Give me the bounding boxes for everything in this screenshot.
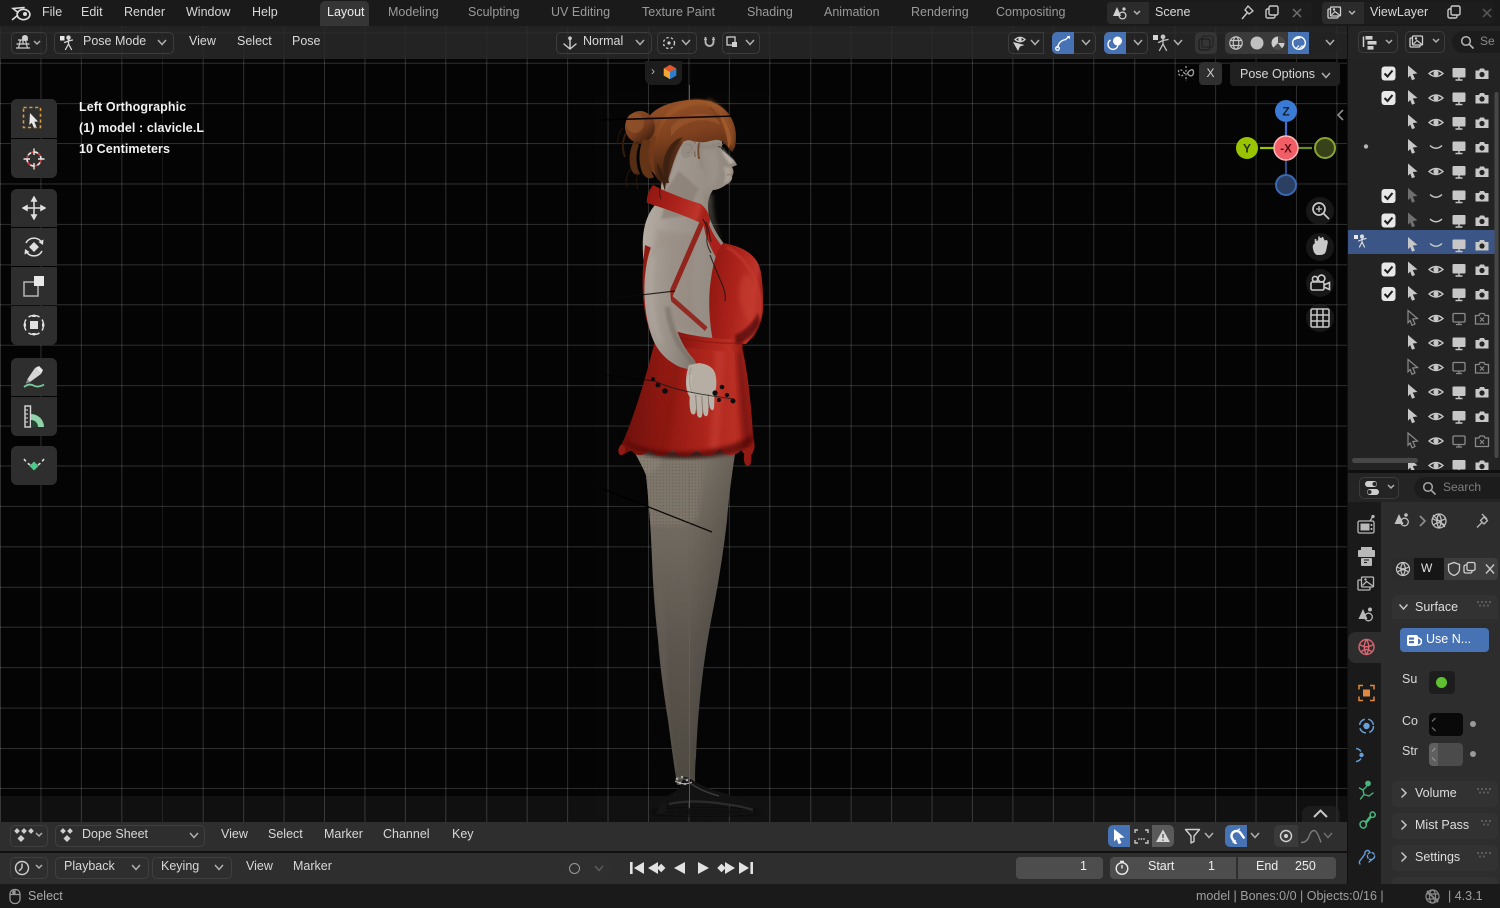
svg-text:Z: Z <box>1282 105 1289 119</box>
svg-text:-X: -X <box>1280 144 1292 156</box>
svg-text:Y: Y <box>1243 142 1251 156</box>
